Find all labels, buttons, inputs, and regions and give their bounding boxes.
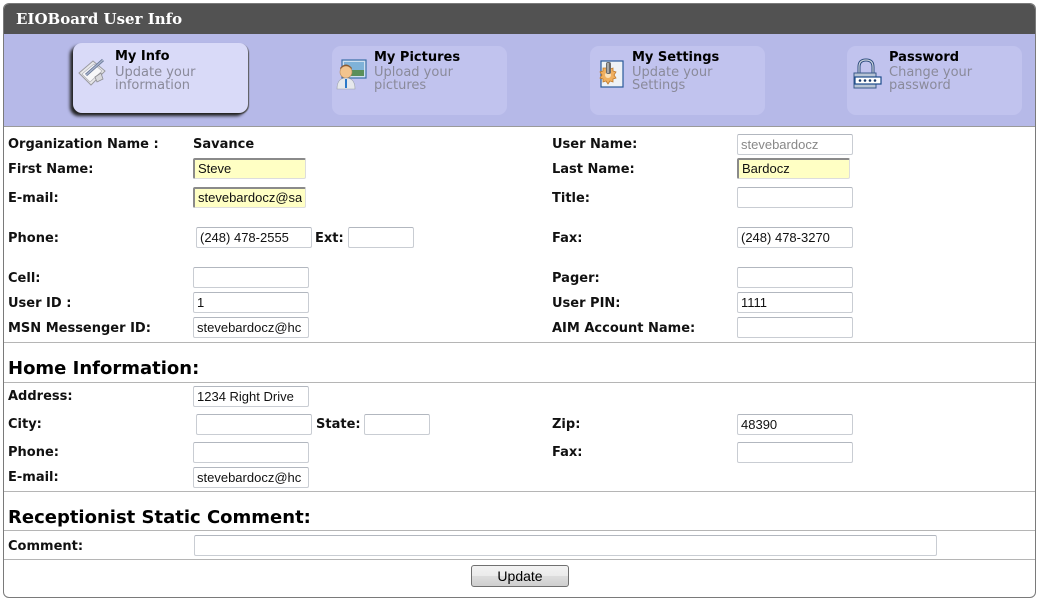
- tab-my-pictures[interactable]: My Pictures Upload your pictures: [332, 46, 507, 115]
- padlock-icon: [851, 58, 883, 90]
- divider: [4, 342, 1035, 343]
- fax-label: Fax:: [552, 231, 583, 246]
- home-info-heading: Home Information:: [8, 358, 200, 379]
- settings-gear-icon: [594, 58, 626, 90]
- tab-title: Password: [889, 50, 960, 65]
- title-label: Title:: [552, 191, 591, 206]
- home-phone-input[interactable]: [193, 442, 309, 463]
- home-address-label: Address:: [8, 389, 73, 404]
- title-input[interactable]: [737, 187, 853, 208]
- last-name-input[interactable]: [737, 158, 850, 179]
- divider: [4, 559, 1035, 560]
- aim-input[interactable]: [737, 317, 853, 338]
- tab-title: My Pictures: [374, 50, 461, 65]
- first-name-input[interactable]: [193, 158, 306, 179]
- aim-label: AIM Account Name:: [552, 321, 696, 336]
- divider: [4, 491, 1035, 492]
- msn-input[interactable]: [193, 317, 309, 338]
- tab-title: My Info: [115, 49, 170, 64]
- org-name-label: Organization Name :: [8, 137, 159, 152]
- home-city-label: City:: [8, 417, 42, 432]
- last-name-label: Last Name:: [552, 162, 635, 177]
- user-info-form: Organization Name : Savance User Name: F…: [4, 129, 1035, 597]
- tab-subtitle: Upload your pictures: [374, 65, 453, 93]
- home-email-label: E-mail:: [8, 470, 59, 485]
- notepad-pencil-icon: [77, 55, 109, 87]
- user-pin-input[interactable]: [737, 292, 853, 313]
- user-name-label: User Name:: [552, 137, 638, 152]
- home-phone-label: Phone:: [8, 445, 59, 460]
- divider: [4, 530, 1035, 531]
- user-pictures-icon: [336, 58, 368, 90]
- tab-subtitle: Update your information: [115, 65, 196, 93]
- ext-label: Ext:: [315, 231, 344, 246]
- tab-subtitle: Update your Settings: [632, 65, 713, 93]
- window-title: EIOBoard User Info: [4, 4, 1035, 34]
- first-name-label: First Name:: [8, 162, 94, 177]
- tab-title: My Settings: [632, 50, 720, 65]
- phone-input[interactable]: [196, 227, 312, 248]
- comment-heading: Receptionist Static Comment:: [8, 507, 311, 528]
- home-zip-input[interactable]: [737, 414, 853, 435]
- home-fax-label: Fax:: [552, 445, 583, 460]
- home-state-label: State:: [316, 417, 361, 432]
- nav-tabs: My Info Update your information My Pictu…: [4, 34, 1035, 127]
- pager-input[interactable]: [737, 267, 853, 288]
- ext-input[interactable]: [348, 227, 414, 248]
- fax-input[interactable]: [737, 227, 853, 248]
- user-id-input[interactable]: [193, 292, 309, 313]
- tab-password[interactable]: Password Change your password: [847, 46, 1022, 115]
- cell-label: Cell:: [8, 271, 41, 286]
- email-input[interactable]: [193, 187, 306, 208]
- home-city-input[interactable]: [196, 414, 312, 435]
- user-pin-label: User PIN:: [552, 296, 621, 311]
- tab-my-info[interactable]: My Info Update your information: [73, 43, 248, 113]
- home-address-input[interactable]: [193, 386, 309, 407]
- home-email-input[interactable]: [193, 467, 309, 488]
- tab-my-settings[interactable]: My Settings Update your Settings: [590, 46, 765, 115]
- user-info-window: EIOBoard User Info My Info Update your i…: [3, 3, 1036, 598]
- comment-label: Comment:: [8, 539, 84, 554]
- email-label: E-mail:: [8, 191, 59, 206]
- user-name-input[interactable]: [737, 134, 853, 155]
- tab-subtitle: Change your password: [889, 65, 973, 93]
- org-name-value: Savance: [193, 137, 255, 152]
- divider: [4, 382, 1035, 383]
- comment-input[interactable]: [194, 535, 937, 556]
- home-fax-input[interactable]: [737, 442, 853, 463]
- pager-label: Pager:: [552, 271, 600, 286]
- msn-label: MSN Messenger ID:: [8, 321, 151, 336]
- phone-label: Phone:: [8, 231, 59, 246]
- update-button[interactable]: Update: [471, 565, 569, 587]
- home-state-input[interactable]: [364, 414, 430, 435]
- home-zip-label: Zip:: [552, 417, 581, 432]
- cell-input[interactable]: [193, 267, 309, 288]
- user-id-label: User ID :: [8, 296, 72, 311]
